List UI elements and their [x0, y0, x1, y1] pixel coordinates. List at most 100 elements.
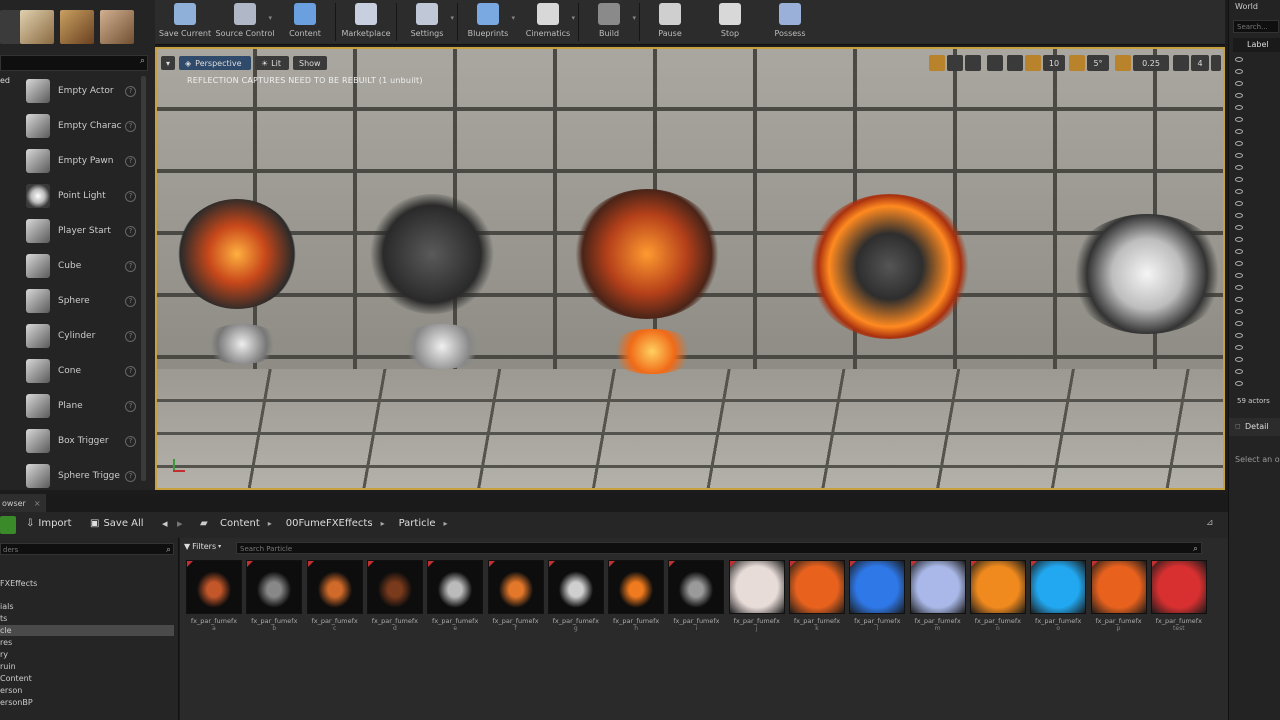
show-button[interactable]: Show	[293, 56, 327, 70]
folder-tree-item[interactable]: FXEffects	[0, 578, 174, 589]
eye-icon[interactable]	[1235, 272, 1243, 280]
help-icon[interactable]: ?	[125, 401, 136, 412]
import-button[interactable]: ⇩ Import	[26, 518, 72, 529]
grid-snap-icon[interactable]	[1025, 55, 1041, 71]
scale-snap-value[interactable]: 0.25	[1133, 55, 1169, 71]
folder-tree-item[interactable]: ials	[0, 601, 174, 612]
place-item[interactable]: Plane?	[26, 391, 148, 421]
folder-tree-item[interactable]: ruin	[0, 661, 174, 672]
eye-icon[interactable]	[1235, 176, 1243, 184]
asset-tile[interactable]: fx_par_fumefx i	[668, 560, 725, 633]
breadcrumb-item[interactable]: 00FumeFXEffects	[286, 518, 373, 529]
help-icon[interactable]: ?	[125, 471, 136, 482]
breadcrumb-item[interactable]: Particle	[399, 518, 436, 529]
asset-tile[interactable]: fx_par_fumefx o	[1030, 560, 1087, 633]
eye-icon[interactable]	[1235, 200, 1243, 208]
asset-tile[interactable]: fx_par_fumefx p	[1090, 560, 1147, 633]
chevron-down-icon[interactable]: ▾	[511, 14, 515, 22]
smoke-cloud-effect[interactable]	[367, 194, 497, 314]
camera-speed-icon[interactable]	[1173, 55, 1189, 71]
eye-icon[interactable]	[1235, 104, 1243, 112]
mode-tab-paint-icon[interactable]	[20, 10, 54, 44]
filters-button[interactable]: ▼ Filters ▾	[184, 542, 221, 551]
help-icon[interactable]: ?	[125, 156, 136, 167]
folder-tree-item[interactable]: ersonBP	[0, 697, 174, 708]
forward-arrow-icon[interactable]: ▸	[177, 517, 183, 530]
scale-mode-icon[interactable]	[965, 55, 981, 71]
asset-tile[interactable]: fx_par_fumefx d	[366, 560, 423, 633]
details-tab[interactable]: ◻ Detail	[1229, 418, 1280, 436]
eye-icon[interactable]	[1235, 296, 1243, 304]
chevron-right-icon[interactable]: ▸	[444, 519, 448, 528]
eye-icon[interactable]	[1235, 152, 1243, 160]
fire-ring-explosion-effect[interactable]	[807, 194, 972, 339]
folder-tree-item[interactable]: cle	[0, 625, 174, 636]
place-item[interactable]: Empty Pawn?	[26, 146, 148, 176]
place-item[interactable]: Cone?	[26, 356, 148, 386]
help-icon[interactable]: ?	[125, 191, 136, 202]
rotation-snap-icon[interactable]	[1069, 55, 1085, 71]
eye-icon[interactable]	[1235, 80, 1243, 88]
chevron-right-icon[interactable]: ▸	[381, 519, 385, 528]
folder-tree-item[interactable]: erson	[0, 685, 174, 696]
mode-tab-foliage-icon[interactable]	[60, 10, 94, 44]
help-icon[interactable]: ?	[125, 296, 136, 307]
asset-tile[interactable]: fx_par_fumefx a	[186, 560, 242, 633]
place-item[interactable]: Empty Actor?	[26, 76, 148, 106]
eye-icon[interactable]	[1235, 128, 1243, 136]
stop-button[interactable]: Stop	[700, 0, 760, 44]
viewport-options-button[interactable]: ▾	[161, 56, 175, 70]
folder-tree-item[interactable]: res	[0, 637, 174, 648]
scale-snap-icon[interactable]	[1115, 55, 1131, 71]
settings-button[interactable]: Settings ▾	[397, 0, 457, 44]
eye-icon[interactable]	[1235, 344, 1243, 352]
asset-tile[interactable]: fx_par_fumefx h	[608, 560, 665, 633]
chevron-down-icon[interactable]: ▾	[450, 14, 454, 22]
marketplace-button[interactable]: Marketplace	[336, 0, 396, 44]
eye-icon[interactable]	[1235, 380, 1243, 388]
eye-icon[interactable]	[1235, 116, 1243, 124]
camera-speed-value[interactable]: 4	[1191, 55, 1209, 71]
asset-tile[interactable]: fx_par_fumefx g	[547, 560, 604, 633]
place-item[interactable]: Cube?	[26, 251, 148, 281]
chevron-down-icon[interactable]: ▾	[632, 14, 636, 22]
mushroom-explosion-effect[interactable]	[572, 189, 722, 319]
place-scrollbar[interactable]	[141, 76, 146, 481]
folder-tree-item[interactable]: Content	[0, 673, 174, 684]
eye-icon[interactable]	[1235, 236, 1243, 244]
eye-icon[interactable]	[1235, 308, 1243, 316]
level-viewport[interactable]: ▾ ◈ Perspective ☀ Lit Show REFLECTION CA…	[155, 47, 1225, 490]
place-item[interactable]: Sphere Trigge?	[26, 461, 148, 491]
asset-tile[interactable]: fx_par_fumefx n	[969, 560, 1026, 633]
maximize-viewport-icon[interactable]	[1211, 55, 1221, 71]
eye-icon[interactable]	[1235, 212, 1243, 220]
save-current-button[interactable]: Save Current	[155, 0, 215, 44]
eye-icon[interactable]	[1235, 92, 1243, 100]
eye-icon[interactable]	[1235, 260, 1243, 268]
perspective-button[interactable]: ◈ Perspective	[179, 56, 251, 70]
asset-tile[interactable]: fx_par_fumefx m	[909, 560, 966, 633]
eye-icon[interactable]	[1235, 56, 1243, 64]
eye-icon[interactable]	[1235, 356, 1243, 364]
eye-icon[interactable]	[1235, 284, 1243, 292]
place-search-input[interactable]: ⌕	[0, 55, 148, 71]
asset-tile[interactable]: fx_par_fumefx f	[487, 560, 544, 633]
eye-icon[interactable]	[1235, 332, 1243, 340]
help-icon[interactable]: ?	[125, 366, 136, 377]
place-category-recent[interactable]: ed	[0, 76, 10, 85]
pause-button[interactable]: Pause	[640, 0, 700, 44]
add-new-button[interactable]	[0, 516, 16, 534]
source-control-button[interactable]: Source Control ▾	[215, 0, 275, 44]
outliner-label-column[interactable]: Label	[1233, 38, 1280, 52]
asset-search-input[interactable]: Search Particle ⌕	[236, 542, 1202, 554]
asset-tile[interactable]: fx_par_fumefx c	[306, 560, 363, 633]
content-button[interactable]: Content	[275, 0, 335, 44]
place-item[interactable]: Player Start?	[26, 216, 148, 246]
content-browser-tab[interactable]: owser ×	[0, 494, 46, 512]
eye-icon[interactable]	[1235, 140, 1243, 148]
chevron-down-icon[interactable]: ▾	[571, 14, 575, 22]
outliner-search-input[interactable]: Search...	[1233, 20, 1279, 33]
mode-tab-geometry-icon[interactable]	[100, 10, 134, 44]
build-button[interactable]: Build ▾	[579, 0, 639, 44]
folder-search-input[interactable]: ders ⌕	[0, 543, 174, 555]
